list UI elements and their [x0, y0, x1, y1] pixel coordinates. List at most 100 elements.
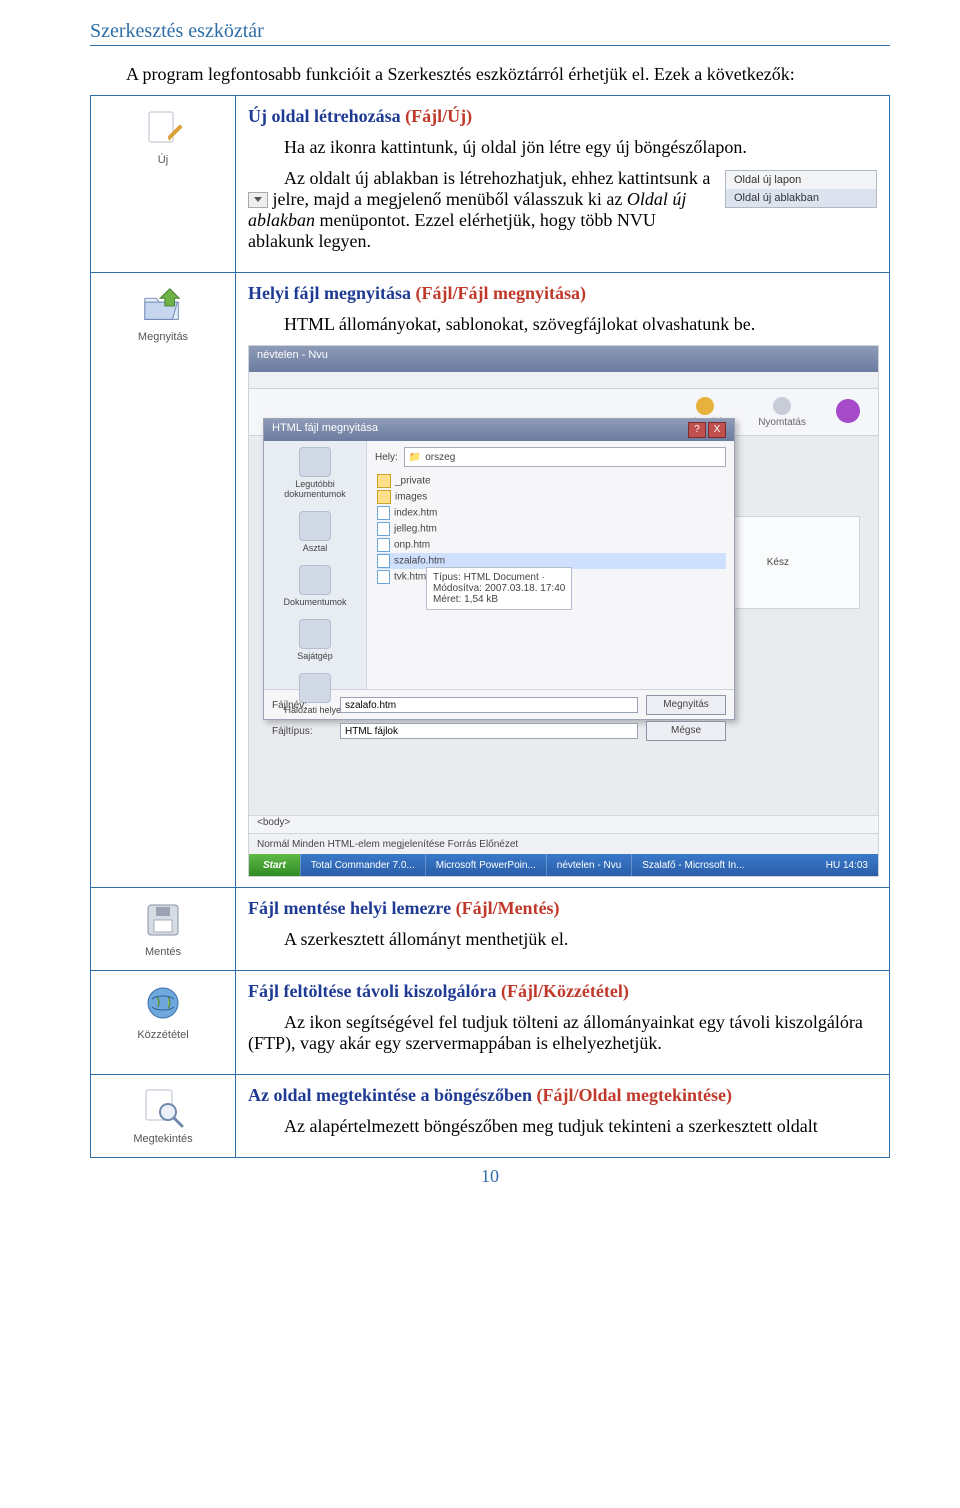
row-title: Új oldal létrehozása: [248, 106, 405, 126]
page-title: Szerkesztés eszköztár: [90, 20, 890, 46]
text: Az oldalt új ablakban is létrehozhatjuk,…: [284, 168, 710, 188]
taskbar-item[interactable]: Microsoft PowerPoin...: [425, 854, 546, 876]
place-label: Legutóbbi dokumentumok: [284, 479, 346, 499]
row-title-shortcut: (Fájl/Közzététel): [501, 981, 629, 1001]
toolbar-print[interactable]: Nyomtatás: [758, 397, 806, 428]
table-row: Megtekintés Az oldal megtekintése a böng…: [91, 1075, 890, 1158]
list-item[interactable]: onp.htm: [377, 537, 726, 553]
icon-cell-save: Mentés: [91, 888, 236, 971]
row-paragraph: Ha az ikonra kattintunk, új oldal jön lé…: [248, 137, 877, 158]
text: jelre, majd a megjelenő menüből válasszu…: [273, 189, 627, 209]
desc-cell-publish: Fájl feltöltése távoli kiszolgálóra (Fáj…: [236, 971, 890, 1075]
open-file-button[interactable]: Megnyitás: [646, 695, 726, 715]
publish-button[interactable]: Közzététel: [127, 981, 199, 1041]
list-item[interactable]: index.htm: [377, 505, 726, 521]
save-button[interactable]: Mentés: [127, 898, 199, 958]
list-item[interactable]: _private: [377, 473, 726, 489]
menu-item[interactable]: Oldal új ablakban: [726, 189, 876, 207]
page-number: 10: [90, 1166, 890, 1187]
place-label: Dokumentumok: [283, 597, 346, 607]
row-paragraph: HTML állományokat, sablonokat, szövegfáj…: [248, 314, 877, 335]
toolbar-purple-icon[interactable]: [836, 399, 860, 425]
desc-cell-preview: Az oldal megtekintése a böngészőben (Fáj…: [236, 1075, 890, 1158]
icon-label: Megnyitás: [138, 331, 188, 343]
icon-label: Közzététel: [137, 1029, 188, 1041]
dropdown-arrow-icon[interactable]: [248, 192, 268, 208]
close-icon[interactable]: X: [708, 422, 726, 438]
open-button[interactable]: Megnyitás: [127, 283, 199, 343]
row-title: Fájl feltöltése távoli kiszolgálóra: [248, 981, 501, 1001]
place-recent[interactable]: Legutóbbi dokumentumok: [270, 447, 360, 499]
view-tabs[interactable]: Normál Minden HTML-elem megjelenítése Fo…: [249, 833, 878, 854]
place-mycomputer[interactable]: Sajátgép: [297, 619, 333, 661]
table-row: Megnyitás Helyi fájl megnyitása (Fájl/Fá…: [91, 273, 890, 888]
row-title: Helyi fájl megnyitása: [248, 283, 415, 303]
taskbar-item[interactable]: Total Commander 7.0...: [300, 854, 425, 876]
tooltip-line: Típus: HTML Document ·: [433, 572, 565, 583]
globe-icon: [141, 981, 185, 1025]
place-documents[interactable]: Dokumentumok: [283, 565, 346, 607]
icon-cell-new: Új: [91, 96, 236, 273]
dialog-title: HTML fájl megnyitása: [272, 422, 378, 438]
open-file-icon: [141, 283, 185, 327]
new-button[interactable]: Új: [127, 106, 199, 166]
table-row: Közzététel Fájl feltöltése távoli kiszol…: [91, 971, 890, 1075]
taskbar-item[interactable]: Szalafő - Microsoft In...: [631, 854, 754, 876]
window-controls[interactable]: ?X: [686, 422, 726, 438]
table-row: Új Új oldal létrehozása (Fájl/Új) Ha az …: [91, 96, 890, 273]
table-row: Mentés Fájl mentése helyi lemezre (Fájl/…: [91, 888, 890, 971]
filename-label: Fájlnév:: [272, 700, 332, 711]
menubar[interactable]: [249, 372, 878, 389]
row-title-shortcut: (Fájl/Mentés): [456, 898, 560, 918]
tag-path: <body>: [249, 815, 878, 834]
icon-label: Mentés: [145, 946, 181, 958]
tooltip-line: Méret: 1,54 kB: [433, 594, 565, 605]
intro-paragraph: A program legfontosabb funkcióit a Szerk…: [90, 64, 890, 85]
list-item[interactable]: jelleg.htm: [377, 521, 726, 537]
folder-icon: 📁: [409, 452, 421, 463]
row-paragraph: Az ikon segítségével fel tudjuk tölteni …: [248, 1012, 877, 1054]
window-title: névtelen - Nvu: [249, 346, 878, 372]
location-label: Hely:: [375, 452, 398, 463]
places-sidebar: Legutóbbi dokumentumok Asztal Dokumentum…: [264, 441, 367, 689]
save-icon: [141, 898, 185, 942]
row-title: Fájl mentése helyi lemezre: [248, 898, 456, 918]
new-page-icon: [141, 106, 185, 150]
desc-cell-new: Új oldal létrehozása (Fájl/Új) Ha az iko…: [236, 96, 890, 273]
tooltip: Típus: HTML Document · Módosítva: 2007.0…: [426, 567, 572, 610]
icon-cell-preview: Megtekintés: [91, 1075, 236, 1158]
location-select[interactable]: 📁 orszeg: [404, 447, 726, 467]
icon-cell-publish: Közzététel: [91, 971, 236, 1075]
tooltip-line: Módosítva: 2007.03.18. 17:40: [433, 583, 565, 594]
desc-cell-open: Helyi fájl megnyitása (Fájl/Fájl megnyit…: [236, 273, 890, 888]
filename-field[interactable]: [340, 697, 638, 713]
panel-label: Kész: [767, 557, 789, 568]
start-button[interactable]: Start: [249, 854, 300, 876]
place-label: Asztal: [303, 543, 328, 553]
row-title-shortcut: (Fájl/Fájl megnyitása): [415, 283, 585, 303]
row-title-shortcut: (Fájl/Oldal megtekintése): [536, 1085, 731, 1105]
preview-button[interactable]: Megtekintés: [127, 1085, 199, 1145]
taskbar[interactable]: Start Total Commander 7.0... Microsoft P…: [249, 854, 878, 876]
filetype-field[interactable]: [340, 723, 638, 739]
place-desktop[interactable]: Asztal: [299, 511, 331, 553]
taskbar-clock: HU 14:03: [816, 860, 878, 871]
help-icon[interactable]: ?: [688, 422, 706, 438]
filetype-label: Fájltípus:: [272, 726, 332, 737]
icon-cell-open: Megnyitás: [91, 273, 236, 888]
icon-label: Új: [158, 154, 168, 166]
cancel-button[interactable]: Mégse: [646, 721, 726, 741]
desc-cell-save: Fájl mentése helyi lemezre (Fájl/Mentés)…: [236, 888, 890, 971]
screenshot: névtelen - Nvu Helyesírás Nyomtatás: [248, 345, 879, 877]
dropdown-menu[interactable]: Oldal új lapon Oldal új ablakban: [725, 170, 877, 208]
place-label: Sajátgép: [297, 651, 333, 661]
row-title: Az oldal megtekintése a böngészőben: [248, 1085, 536, 1105]
list-item[interactable]: images: [377, 489, 726, 505]
row-title-shortcut: (Fájl/Új): [405, 106, 472, 126]
magnifier-icon: [141, 1085, 185, 1129]
menu-item[interactable]: Oldal új lapon: [726, 171, 876, 189]
toolbar-label: Nyomtatás: [758, 417, 806, 428]
taskbar-item[interactable]: névtelen - Nvu: [546, 854, 631, 876]
icon-label: Megtekintés: [133, 1133, 192, 1145]
row-paragraph: Az alapértelmezett böngészőben meg tudju…: [248, 1116, 877, 1137]
